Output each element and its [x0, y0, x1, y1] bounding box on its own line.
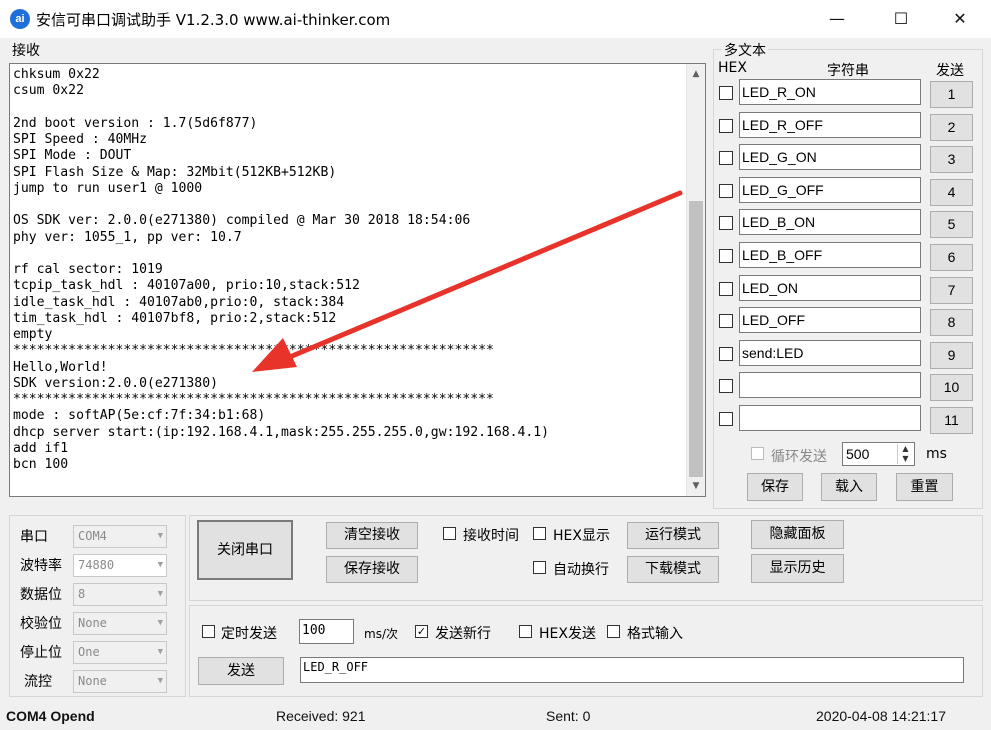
download-mode-button[interactable]: 下载模式	[627, 556, 719, 583]
send-column-header: 发送	[936, 63, 964, 79]
loop-interval-value: 500	[846, 446, 870, 462]
flow-select[interactable]: None ▼	[73, 670, 167, 693]
multitext-send-button[interactable]: 3	[930, 146, 973, 173]
recv-time-checkbox[interactable]	[443, 527, 456, 540]
multitext-hex-checkbox[interactable]	[719, 347, 733, 361]
format-input-label: 格式输入	[627, 626, 683, 642]
chevron-down-icon: ▼	[157, 560, 163, 570]
multitext-hex-checkbox[interactable]	[719, 282, 733, 296]
multitext-send-button[interactable]: 2	[930, 114, 973, 141]
close-port-button[interactable]: 关闭串口	[197, 520, 293, 580]
databits-select[interactable]: 8 ▼	[73, 583, 167, 606]
multitext-string-input[interactable]: LED_R_ON	[739, 79, 921, 105]
received-count: Received: 921	[276, 708, 366, 724]
multitext-hex-checkbox[interactable]	[719, 86, 733, 100]
reset-multitext-button[interactable]: 重置	[896, 473, 953, 501]
format-input-checkbox[interactable]	[607, 625, 620, 638]
port-value: COM4	[78, 529, 107, 543]
port-select[interactable]: COM4 ▼	[73, 525, 167, 548]
send-button[interactable]: 发送	[198, 657, 284, 685]
multitext-send-button[interactable]: 11	[930, 407, 973, 434]
baud-label: 波特率	[20, 558, 62, 574]
multitext-string-input[interactable]: LED_R_OFF	[739, 112, 921, 138]
new-line-checkbox[interactable]: ✓	[415, 625, 428, 638]
chevron-down-icon: ▼	[157, 647, 163, 657]
parity-label: 校验位	[20, 616, 62, 632]
stopbits-value: One	[78, 645, 100, 659]
hex-column-header: HEX	[718, 60, 747, 76]
load-multitext-button[interactable]: 载入	[821, 473, 877, 501]
sent-count: Sent: 0	[546, 708, 591, 724]
string-column-header: 字符串	[827, 63, 869, 79]
parity-value: None	[78, 616, 107, 630]
multitext-hex-checkbox[interactable]	[719, 249, 733, 263]
multitext-send-button[interactable]: 7	[930, 277, 973, 304]
send-text-input[interactable]: LED_R_OFF	[300, 657, 964, 683]
multitext-hex-checkbox[interactable]	[719, 379, 733, 393]
show-history-button[interactable]: 显示历史	[751, 554, 844, 583]
multitext-string-input[interactable]	[739, 405, 921, 431]
spinner-arrows-icon[interactable]: ▲ ▼	[897, 444, 913, 464]
stopbits-select[interactable]: One ▼	[73, 641, 167, 664]
hex-display-checkbox[interactable]	[533, 527, 546, 540]
port-state-status: COM4 Opend	[6, 708, 95, 724]
chevron-down-icon: ▼	[157, 618, 163, 628]
baud-value: 74880	[78, 558, 115, 572]
multitext-send-button[interactable]: 6	[930, 244, 973, 271]
multitext-hex-checkbox[interactable]	[719, 412, 733, 426]
hex-display-label: HEX显示	[553, 528, 610, 544]
save-multitext-button[interactable]: 保存	[747, 473, 803, 501]
stopbits-label: 停止位	[20, 645, 62, 661]
auto-wrap-checkbox[interactable]	[533, 561, 546, 574]
parity-select[interactable]: None ▼	[73, 612, 167, 635]
loop-unit: ms	[926, 446, 947, 462]
multitext-send-button[interactable]: 9	[930, 342, 973, 369]
multitext-hex-checkbox[interactable]	[719, 216, 733, 230]
flow-label: 流控	[24, 674, 52, 690]
multitext-string-input[interactable]: LED_B_OFF	[739, 242, 921, 268]
recv-time-label: 接收时间	[463, 528, 519, 544]
baud-select[interactable]: 74880 ▼	[73, 554, 167, 577]
hex-send-label: HEX发送	[539, 626, 596, 642]
new-line-label: 发送新行	[435, 626, 491, 642]
multitext-hex-checkbox[interactable]	[719, 314, 733, 328]
status-datetime: 2020-04-08 14:21:17	[816, 708, 946, 724]
multitext-string-input[interactable]: LED_B_ON	[739, 209, 921, 235]
chevron-down-icon: ▼	[157, 676, 163, 686]
loop-interval-spinner[interactable]: 500 ▲ ▼	[842, 442, 915, 466]
multitext-hex-checkbox[interactable]	[719, 151, 733, 165]
multitext-send-button[interactable]: 8	[930, 309, 973, 336]
clear-receive-button[interactable]: 清空接收	[326, 522, 418, 549]
save-receive-button[interactable]: 保存接收	[326, 556, 418, 583]
auto-wrap-label: 自动换行	[553, 562, 609, 578]
multitext-send-button[interactable]: 5	[930, 211, 973, 238]
multitext-string-input[interactable]	[739, 372, 921, 398]
flow-value: None	[78, 674, 107, 688]
databits-label: 数据位	[20, 587, 62, 603]
timed-send-checkbox[interactable]	[202, 625, 215, 638]
port-label: 串口	[20, 529, 48, 545]
chevron-down-icon: ▼	[157, 589, 163, 599]
multitext-send-button[interactable]: 10	[930, 374, 973, 401]
timed-send-label: 定时发送	[221, 626, 277, 642]
interval-unit: ms/次	[364, 627, 398, 641]
hex-send-checkbox[interactable]	[519, 625, 532, 638]
multitext-string-input[interactable]: LED_G_OFF	[739, 177, 921, 203]
multitext-hex-checkbox[interactable]	[719, 119, 733, 133]
chevron-down-icon: ▼	[157, 531, 163, 541]
multitext-string-input[interactable]: LED_G_ON	[739, 144, 921, 170]
multitext-send-button[interactable]: 4	[930, 179, 973, 206]
multitext-hex-checkbox[interactable]	[719, 184, 733, 198]
loop-send-checkbox[interactable]	[751, 447, 764, 460]
databits-value: 8	[78, 587, 86, 601]
multitext-title: 多文本	[722, 40, 768, 60]
multitext-string-input[interactable]: send:LED	[739, 340, 921, 366]
multitext-send-button[interactable]: 1	[930, 81, 973, 108]
hide-panel-button[interactable]: 隐藏面板	[751, 520, 844, 549]
multitext-string-input[interactable]: LED_OFF	[739, 307, 921, 333]
run-mode-button[interactable]: 运行模式	[627, 522, 719, 549]
multitext-string-input[interactable]: LED_ON	[739, 275, 921, 301]
loop-send-label: 循环发送	[771, 449, 827, 465]
interval-input[interactable]: 100	[299, 619, 354, 644]
